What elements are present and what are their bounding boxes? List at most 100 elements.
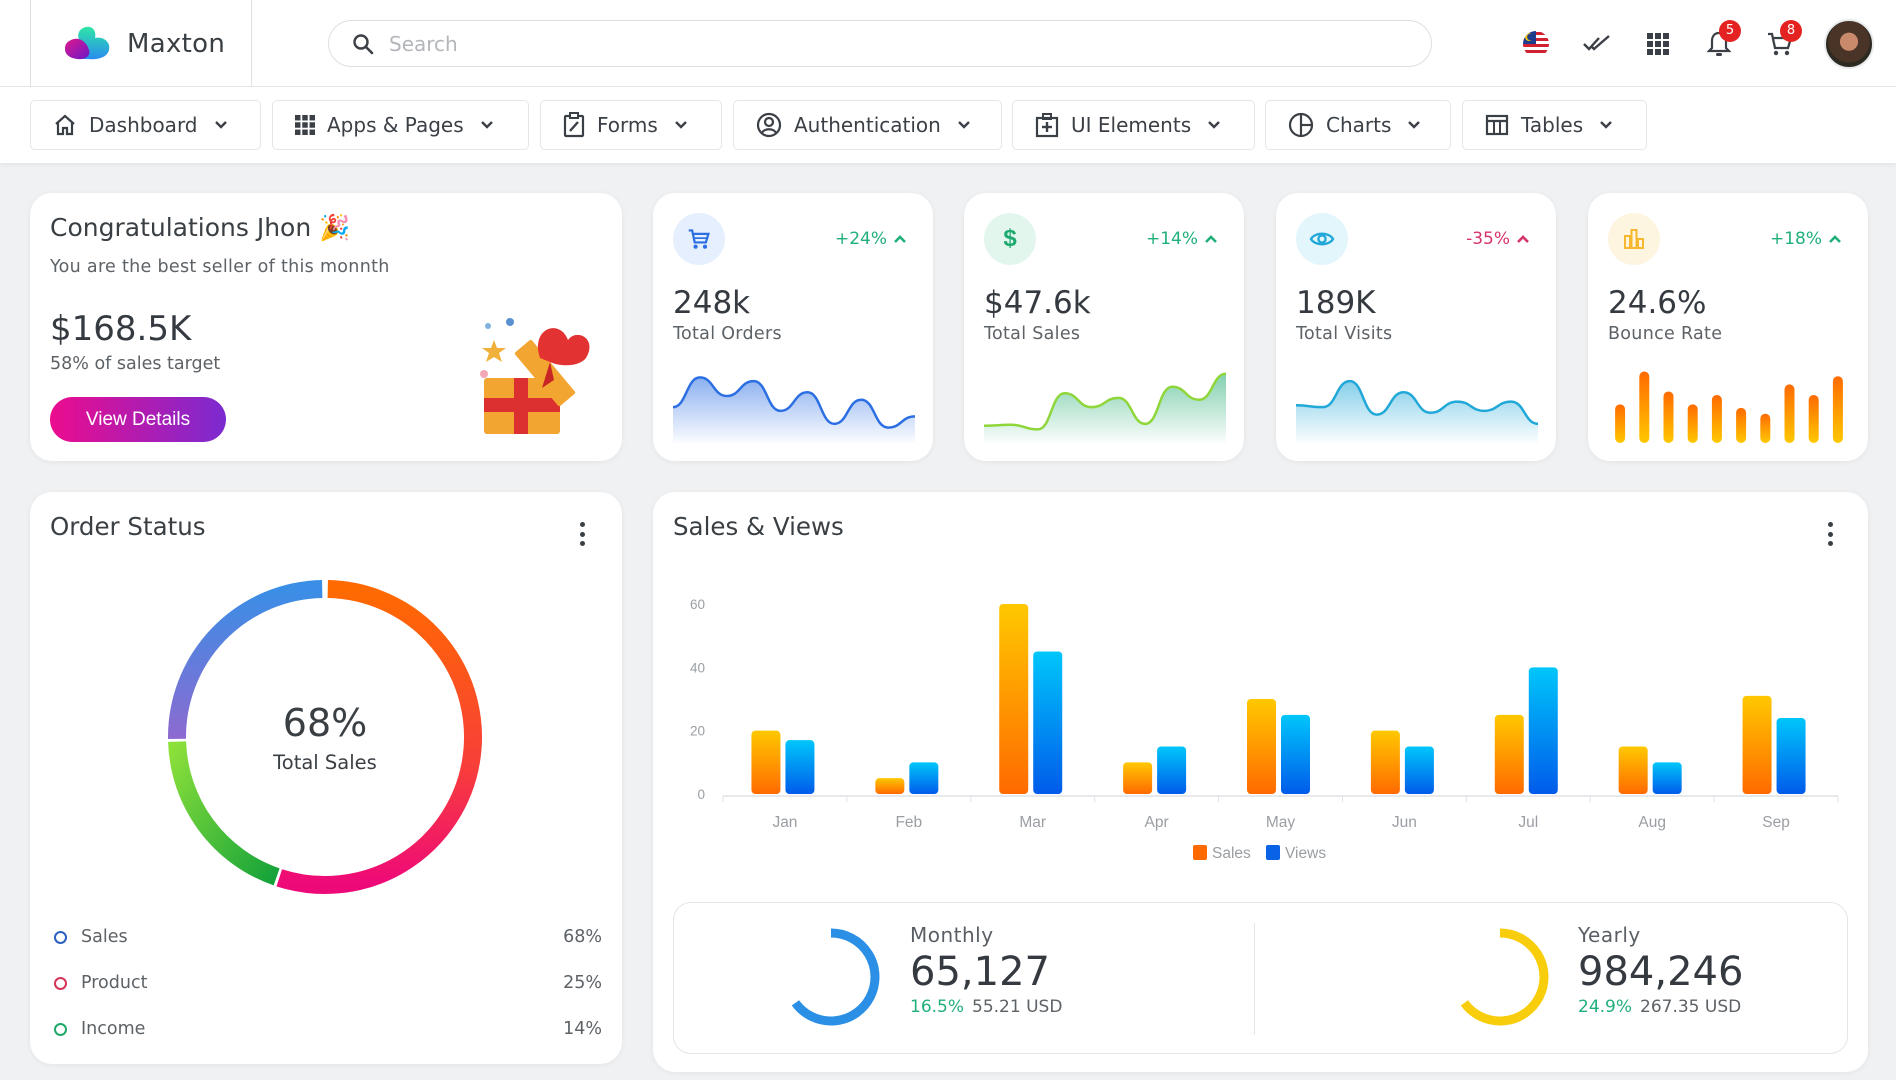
stat-icon-badge: [1296, 213, 1348, 265]
cart-button[interactable]: 8: [1749, 14, 1810, 74]
nav-authentication[interactable]: Authentication: [733, 100, 1002, 150]
nav-dashboard[interactable]: Dashboard: [30, 100, 261, 150]
spark-bar: [1615, 404, 1626, 443]
sales-sparkline: [984, 372, 1226, 443]
legend-swatch: [1266, 845, 1280, 860]
sales-amount: $168.5K: [50, 309, 192, 349]
chevron-down-icon: [1600, 121, 1612, 129]
stat-change: -35%: [1466, 229, 1530, 249]
x-tick-label: May: [1266, 814, 1296, 831]
double-check-icon: [1582, 34, 1610, 51]
bar-sales-mar: [999, 604, 1029, 794]
nav-forms[interactable]: Forms: [540, 100, 722, 150]
chevron-down-icon: [1208, 121, 1220, 129]
monthly-usd: 55.21 USD: [972, 997, 1063, 1017]
stat-value: $47.6k: [984, 285, 1091, 321]
search-icon: [353, 33, 374, 54]
stat-label: Total Visits: [1296, 324, 1393, 344]
nav-label: Forms: [597, 113, 658, 137]
nav-label: Charts: [1326, 113, 1392, 137]
search-bar[interactable]: [328, 20, 1432, 67]
monthly-label: Monthly: [910, 923, 994, 947]
orders-sparkline: [673, 376, 915, 443]
bar-views-apr: [1157, 746, 1187, 794]
stat-card-total-orders: +24% 248k Total Orders: [653, 193, 933, 461]
stat-change: +24%: [835, 229, 907, 249]
medical-bag-icon: [1035, 113, 1059, 138]
stat-icon-badge: $: [984, 213, 1036, 265]
cart-icon: [688, 229, 710, 249]
stat-change-value: +14%: [1145, 229, 1198, 249]
more-options-icon[interactable]: [576, 522, 588, 546]
spark-bar: [1711, 394, 1722, 443]
nav-apps-pages[interactable]: Apps & Pages: [272, 100, 529, 150]
nav-ui-elements[interactable]: UI Elements: [1012, 100, 1255, 150]
pie-chart-icon: [1288, 112, 1314, 138]
divider: [1254, 923, 1255, 1035]
apps-button[interactable]: [1627, 14, 1688, 74]
x-tick-label: Apr: [1145, 814, 1169, 831]
brand-name: Maxton: [127, 28, 226, 59]
stat-change-value: -35%: [1466, 229, 1510, 249]
notification-badge: 5: [1719, 19, 1741, 42]
chevron-down-icon: [214, 121, 227, 129]
y-tick-label: 40: [690, 660, 705, 675]
gift-icon: [480, 318, 590, 434]
bar-views-jun: [1404, 746, 1434, 794]
sales-views-card: Sales & Views 0 20 40 60 Jan Feb Mar Apr May Jun J…: [653, 492, 1868, 1072]
stat-change-value: +18%: [1769, 229, 1822, 249]
monthly-stats: Monthly 65,127 16.5% 55.21 USD: [910, 923, 1062, 1017]
mark-all-read-button[interactable]: [1566, 14, 1627, 74]
congrats-card: Congratulations Jhon 🎉 You are the best …: [30, 193, 622, 461]
circle-icon: [54, 930, 67, 944]
cart-badge: 8: [1780, 19, 1802, 42]
stat-label: Bounce Rate: [1608, 324, 1723, 344]
yearly-sub: 24.9% 267.35 USD: [1578, 997, 1743, 1017]
main-nav: Dashboard Apps & Pages Forms Authenticat…: [0, 87, 1896, 163]
stat-change-value: +24%: [834, 229, 887, 249]
monthly-sub: 16.5% 55.21 USD: [910, 997, 1062, 1017]
brand[interactable]: Maxton: [30, 0, 252, 87]
legend-label: Views: [1285, 845, 1326, 862]
nav-tables[interactable]: Tables: [1462, 100, 1647, 150]
bar-views-jul: [1528, 667, 1558, 794]
bar-sales-jul: [1494, 714, 1524, 794]
stat-change: +18%: [1770, 229, 1842, 249]
stat-label: Total Sales: [984, 324, 1081, 344]
spark-area: [673, 377, 915, 443]
view-details-button[interactable]: View Details: [50, 397, 226, 442]
yearly-percent: 24.9%: [1578, 997, 1633, 1017]
spark-area: [1296, 381, 1538, 443]
legend-item-product: Product 25%: [50, 968, 602, 998]
spark-bar: [1639, 371, 1650, 443]
order-status-title: Order Status: [50, 512, 206, 541]
circle-icon: [54, 976, 67, 990]
home-icon: [55, 114, 75, 136]
nav-charts[interactable]: Charts: [1265, 100, 1451, 150]
chevron-down-icon: [480, 121, 493, 129]
spark-bar: [1687, 404, 1698, 443]
notifications-button[interactable]: 5: [1688, 14, 1749, 74]
apps-grid-icon: [295, 115, 315, 135]
legend-label: Income: [81, 1019, 146, 1039]
language-selector[interactable]: [1505, 14, 1566, 74]
yearly-progress-ring: [1460, 928, 1549, 1026]
stat-card-total-visits: -35% 189K Total Visits: [1276, 193, 1556, 461]
y-tick-label: 60: [690, 597, 705, 612]
search-input[interactable]: [389, 31, 1389, 56]
dollar-icon: $: [1003, 225, 1017, 252]
nav-label: Dashboard: [89, 113, 198, 137]
spark-bar: [1808, 394, 1819, 443]
sales-target: 58% of sales target: [50, 354, 221, 374]
legend-item-sales: Sales 68%: [50, 922, 602, 952]
progress-arc: [791, 928, 880, 1026]
stat-value: 189K: [1296, 285, 1376, 321]
legend-value: 68%: [563, 927, 602, 947]
monthly-percent: 16.5%: [910, 997, 965, 1017]
stat-value: 24.6%: [1608, 285, 1707, 321]
bar-views-may: [1281, 714, 1310, 794]
user-avatar[interactable]: [1824, 18, 1874, 69]
x-tick-label: Feb: [895, 814, 922, 831]
legend-swatch: [1193, 845, 1207, 860]
donut-value: 68%: [282, 700, 368, 745]
